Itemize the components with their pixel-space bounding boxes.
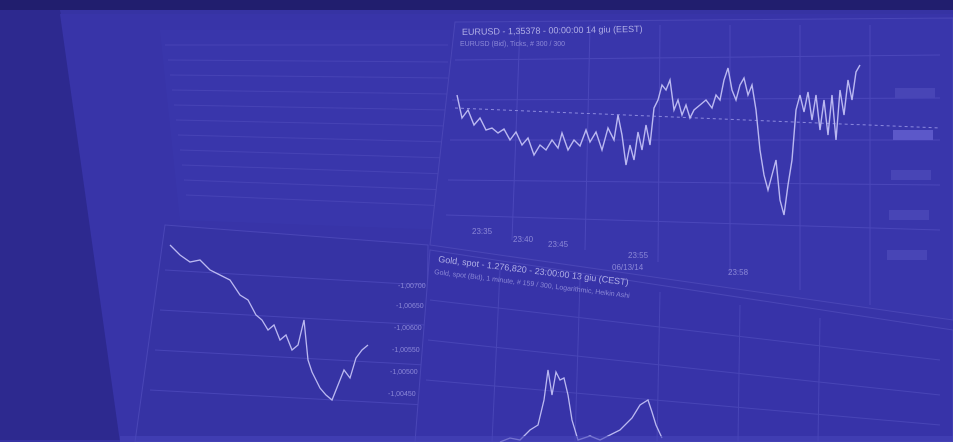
monitor-scene: EURUSD - 1,35378 - 00:00:00 14 giu (EEST… (0, 0, 953, 442)
color-overlay (0, 0, 953, 442)
trading-screen-photo: EURUSD - 1,35378 - 00:00:00 14 giu (EEST… (0, 0, 953, 442)
